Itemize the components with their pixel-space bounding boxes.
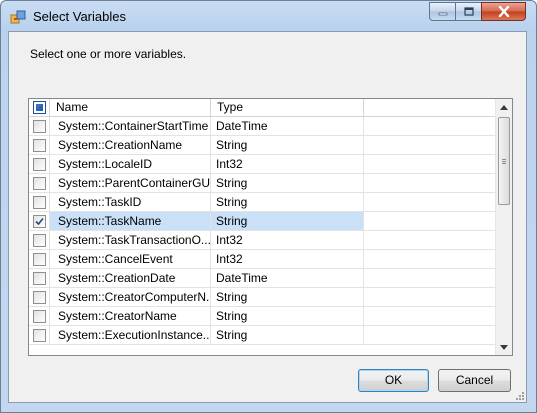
variables-grid[interactable]: Name Type System::ContainerStartTime Date… (28, 98, 513, 356)
select-variables-dialog: Select Variables Select one or more vari… (0, 0, 537, 413)
arrow-up-icon (500, 104, 508, 110)
row-checkbox[interactable] (33, 253, 46, 266)
ok-button[interactable]: OK (358, 369, 429, 392)
variable-name-cell: System::ContainerStartTime (50, 117, 211, 135)
variable-type-cell: String (211, 288, 364, 306)
variable-type-cell: String (211, 193, 364, 211)
variable-name-cell: System::CreationDate (50, 269, 211, 287)
scroll-thumb[interactable] (498, 117, 510, 205)
table-row[interactable]: System::TaskID String (29, 193, 495, 212)
grid-header: Name Type (29, 99, 495, 117)
variable-name-cell: System::ParentContainerGU... (50, 174, 211, 192)
variable-type-cell: Int32 (211, 155, 364, 173)
title-bar[interactable]: Select Variables (1, 1, 536, 31)
grip-line (502, 159, 506, 160)
variable-name-cell: System::TaskTransactionO... (50, 231, 211, 249)
variable-type-cell: DateTime (211, 117, 364, 135)
row-check-cell[interactable] (29, 269, 50, 287)
type-column-header[interactable]: Type (211, 99, 364, 116)
variable-type-cell: String (211, 212, 364, 230)
variable-name-cell: System::CreatorName (50, 307, 211, 325)
select-all-header[interactable] (29, 99, 50, 116)
table-row[interactable]: System::CreatorComputerN... String (29, 288, 495, 307)
row-checkbox[interactable] (33, 139, 46, 152)
arrow-down-icon (500, 344, 508, 350)
row-checkbox[interactable] (33, 158, 46, 171)
maximize-icon (463, 7, 474, 16)
variable-type-cell: String (211, 307, 364, 325)
row-checkbox[interactable] (33, 215, 46, 228)
close-button[interactable] (481, 2, 526, 21)
row-checkbox[interactable] (33, 234, 46, 247)
row-checkbox[interactable] (33, 196, 46, 209)
row-checkbox[interactable] (33, 272, 46, 285)
table-row[interactable]: System::TaskName String (29, 212, 495, 231)
row-check-cell[interactable] (29, 288, 50, 306)
minimize-button[interactable] (429, 2, 456, 21)
row-checkbox[interactable] (33, 120, 46, 133)
checkmark-icon (35, 217, 44, 226)
name-column-header[interactable]: Name (50, 99, 211, 116)
table-row[interactable]: System::ParentContainerGU... String (29, 174, 495, 193)
row-check-cell[interactable] (29, 231, 50, 249)
dialog-client-area: Select one or more variables. Name Type … (8, 31, 527, 403)
row-check-cell[interactable] (29, 193, 50, 211)
row-check-cell[interactable] (29, 250, 50, 268)
row-check-cell[interactable] (29, 326, 50, 344)
cancel-button[interactable]: Cancel (438, 369, 511, 392)
variable-name-cell: System::LocaleID (50, 155, 211, 173)
scroll-down-button[interactable] (496, 339, 512, 355)
table-row[interactable]: System::ContainerStartTime DateTime (29, 117, 495, 136)
variable-name-cell: System::CreationName (50, 136, 211, 154)
variable-type-cell: Int32 (211, 231, 364, 249)
variable-name-cell: System::CancelEvent (50, 250, 211, 268)
variable-name-cell: System::CreatorComputerN... (50, 288, 211, 306)
row-checkbox[interactable] (33, 177, 46, 190)
table-row[interactable]: System::CancelEvent Int32 (29, 250, 495, 269)
table-row[interactable]: System::LocaleID Int32 (29, 155, 495, 174)
maximize-button[interactable] (455, 2, 482, 21)
close-icon (498, 6, 509, 17)
table-row[interactable]: System::CreationDate DateTime (29, 269, 495, 288)
variables-dialog-icon (10, 9, 26, 25)
variable-name-cell: System::ExecutionInstance... (50, 326, 211, 344)
scroll-up-button[interactable] (496, 99, 512, 115)
row-check-cell[interactable] (29, 307, 50, 325)
variable-type-cell: String (211, 136, 364, 154)
row-check-cell[interactable] (29, 117, 50, 135)
vertical-scrollbar[interactable] (495, 99, 512, 355)
resize-grip-icon[interactable] (514, 390, 524, 400)
row-check-cell[interactable] (29, 212, 50, 230)
table-row[interactable]: System::TaskTransactionO... Int32 (29, 231, 495, 250)
grip-line (502, 161, 506, 162)
row-check-cell[interactable] (29, 174, 50, 192)
grid-rows: System::ContainerStartTime DateTime System… (29, 117, 495, 345)
minimize-icon (438, 12, 447, 15)
select-all-checkbox[interactable] (33, 101, 46, 114)
row-check-cell[interactable] (29, 155, 50, 173)
variable-type-cell: Int32 (211, 250, 364, 268)
table-row[interactable]: System::CreationName String (29, 136, 495, 155)
variable-type-cell: String (211, 326, 364, 344)
window-title: Select Variables (33, 9, 126, 24)
instruction-label: Select one or more variables. (30, 47, 187, 61)
row-checkbox[interactable] (33, 310, 46, 323)
variable-name-cell: System::TaskID (50, 193, 211, 211)
row-check-cell[interactable] (29, 136, 50, 154)
row-checkbox[interactable] (33, 291, 46, 304)
table-row[interactable]: System::CreatorName String (29, 307, 495, 326)
row-checkbox[interactable] (33, 329, 46, 342)
variable-type-cell: DateTime (211, 269, 364, 287)
table-row[interactable]: System::ExecutionInstance... String (29, 326, 495, 345)
variable-name-cell: System::TaskName (50, 212, 211, 230)
variable-type-cell: String (211, 174, 364, 192)
grip-line (502, 163, 506, 164)
